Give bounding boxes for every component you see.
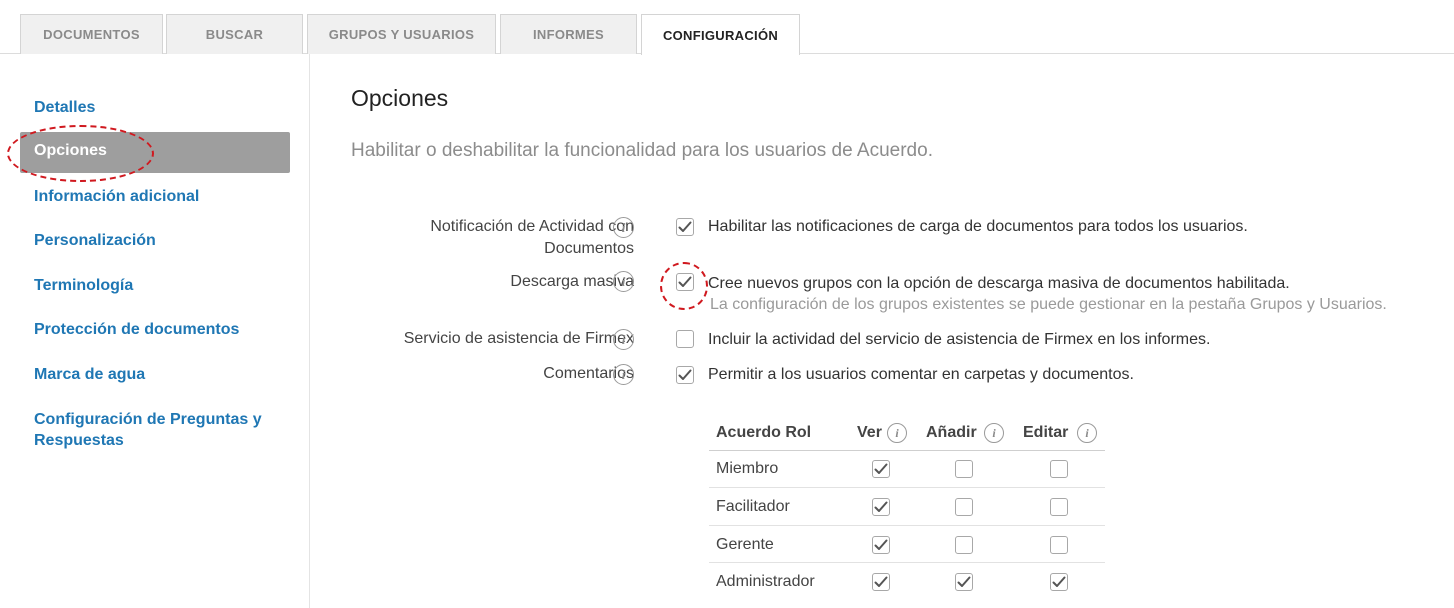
info-icon[interactable]: i — [613, 271, 634, 292]
checkmark-icon — [678, 369, 692, 380]
checkmark-icon — [874, 576, 888, 587]
table-divider — [709, 450, 1105, 451]
table-divider — [709, 487, 1105, 488]
role-ver-checkbox[interactable] — [872, 460, 890, 478]
sidebar-item-label: Configuración de Preguntas y — [34, 411, 262, 428]
sidebar-item-informacion-adicional[interactable]: Información adicional — [34, 186, 199, 207]
checkmark-icon — [874, 463, 888, 474]
role-ver-checkbox[interactable] — [872, 498, 890, 516]
info-icon[interactable]: i — [613, 329, 634, 350]
role-anadir-checkbox[interactable] — [955, 573, 973, 591]
checkmark-icon — [874, 501, 888, 512]
option-text-servicio-asistencia: Incluir la actividad del servicio de asi… — [708, 331, 1211, 348]
info-icon[interactable]: i — [984, 423, 1004, 443]
role-editar-checkbox[interactable] — [1050, 573, 1068, 591]
sidebar-item-proteccion-documentos[interactable]: Protección de documentos — [34, 319, 239, 340]
tab-buscar[interactable]: BUSCAR — [166, 14, 303, 54]
table-cell-role: Administrador — [716, 573, 815, 590]
table-header-editar: Editar — [1023, 424, 1069, 441]
tab-informes[interactable]: INFORMES — [500, 14, 637, 54]
option-text-notificacion: Habilitar las notificaciones de carga de… — [708, 218, 1248, 235]
table-cell-role: Facilitador — [716, 498, 790, 515]
table-divider — [709, 525, 1105, 526]
page-title: Opciones — [351, 85, 449, 111]
role-ver-checkbox[interactable] — [872, 536, 890, 554]
tab-documentos[interactable]: DOCUMENTOS — [20, 14, 163, 54]
checkmark-icon — [957, 576, 971, 587]
page-subtitle: Habilitar o deshabilitar la funcionalida… — [351, 140, 933, 161]
tab-grupos-usuarios[interactable]: GRUPOS Y USUARIOS — [307, 14, 496, 54]
table-divider — [709, 562, 1105, 563]
info-icon[interactable]: i — [613, 217, 634, 238]
sidebar: Detalles Opciones Información adicional … — [0, 54, 310, 608]
comentarios-checkbox[interactable] — [676, 366, 694, 384]
highlight-circle — [7, 125, 154, 182]
tab-bar: DOCUMENTOS BUSCAR GRUPOS Y USUARIOS INFO… — [0, 0, 1454, 55]
servicio-asistencia-checkbox[interactable] — [676, 330, 694, 348]
option-label-servicio-asistencia: Servicio de asistencia de Firmex — [403, 330, 634, 347]
role-anadir-checkbox[interactable] — [955, 498, 973, 516]
sidebar-item-label: Respuestas — [34, 432, 124, 449]
option-label-notificacion: Notificación de Actividad con Documentos — [430, 218, 634, 257]
tab-configuracion[interactable]: CONFIGURACIÓN — [641, 14, 800, 55]
info-icon[interactable]: i — [887, 423, 907, 443]
table-cell-role: Miembro — [716, 460, 779, 477]
checkmark-icon — [1052, 576, 1066, 587]
option-subtext-descarga-masiva: La configuración de los grupos existente… — [710, 296, 1387, 313]
info-icon[interactable]: i — [1077, 423, 1097, 443]
table-header-rol: Acuerdo Rol — [716, 424, 812, 441]
sidebar-item-personalizacion[interactable]: Personalización — [34, 230, 156, 251]
role-anadir-checkbox[interactable] — [955, 536, 973, 554]
table-cell-role: Gerente — [716, 536, 774, 553]
role-anadir-checkbox[interactable] — [955, 460, 973, 478]
role-editar-checkbox[interactable] — [1050, 460, 1068, 478]
role-editar-checkbox[interactable] — [1050, 536, 1068, 554]
role-ver-checkbox[interactable] — [872, 573, 890, 591]
checkmark-icon — [874, 539, 888, 550]
checkmark-icon — [678, 221, 692, 232]
sidebar-item-terminologia[interactable]: Terminología — [34, 275, 133, 296]
table-header-ver: Ver — [857, 424, 882, 441]
highlight-circle — [660, 262, 708, 310]
info-icon[interactable]: i — [613, 364, 634, 385]
sidebar-item-configuracion-preguntas[interactable]: Configuración de Preguntas y Respuestas — [34, 409, 262, 451]
sidebar-item-marca-de-agua[interactable]: Marca de agua — [34, 364, 145, 385]
sidebar-item-detalles[interactable]: Detalles — [34, 97, 95, 118]
option-text-descarga-masiva: Cree nuevos grupos con la opción de desc… — [708, 275, 1290, 292]
option-text-comentarios: Permitir a los usuarios comentar en carp… — [708, 366, 1134, 383]
table-header-anadir: Añadir — [926, 424, 977, 441]
role-editar-checkbox[interactable] — [1050, 498, 1068, 516]
notificacion-checkbox[interactable] — [676, 218, 694, 236]
